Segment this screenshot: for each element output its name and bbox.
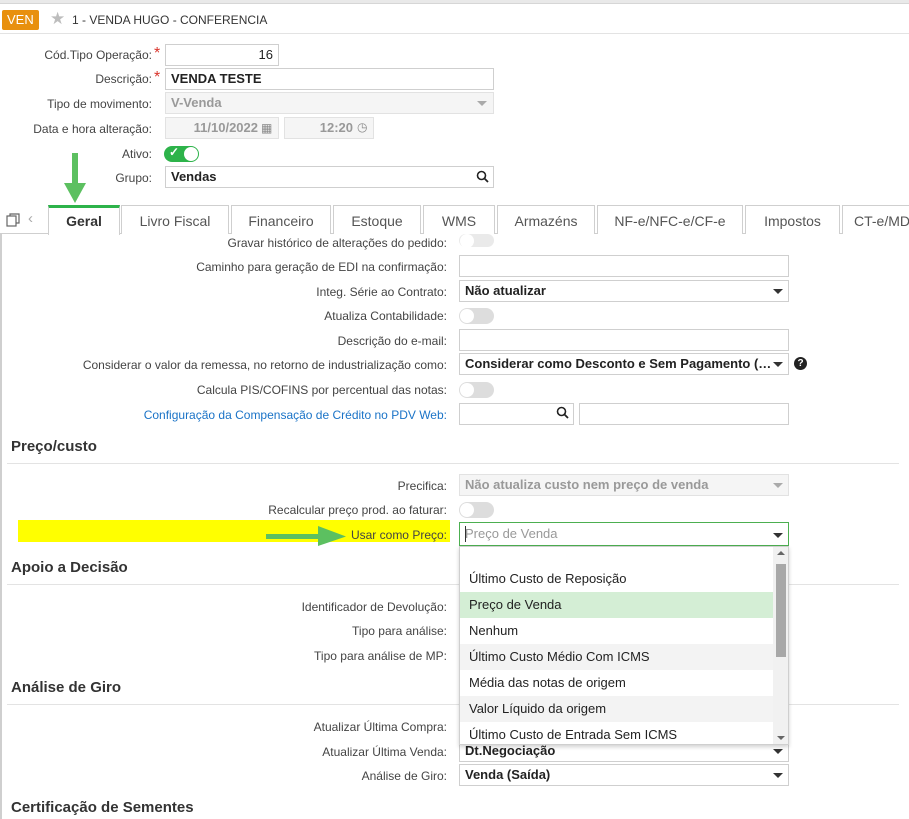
tab-wms[interactable]: WMS (423, 205, 495, 234)
scroll-up-icon[interactable] (777, 551, 785, 555)
section-certificacao-sementes: Certificação de Sementes (11, 799, 194, 816)
text-cursor (465, 526, 466, 542)
analise-giro-label: Análise de Giro: (361, 769, 447, 783)
precifica-select: Não atualiza custo nem preço de venda (459, 474, 789, 496)
tipo-movimento-label: Tipo de movimento: (47, 97, 152, 111)
calcula-pis-toggle[interactable] (459, 382, 494, 398)
chevron-down-icon (477, 101, 487, 106)
search-icon[interactable] (556, 406, 569, 419)
recalcular-preco-toggle[interactable] (459, 502, 494, 518)
chevron-down-icon (773, 533, 783, 538)
required-asterisk: * (154, 45, 161, 62)
chevron-down-icon (773, 773, 783, 778)
dropdown-option[interactable]: Último Custo de Reposição (460, 566, 773, 592)
tab-armazens[interactable]: Armazéns (497, 205, 595, 234)
dropdown-option[interactable]: Nenhum (460, 618, 773, 644)
considerar-remessa-select[interactable]: Considerar como Desconto e Sem Pagamento… (459, 353, 789, 375)
toggle-knob (460, 309, 474, 323)
dropdown-scrollbar[interactable] (773, 547, 788, 744)
dropdown-option[interactable]: Média das notas de origem (460, 670, 773, 696)
tab-financeiro[interactable]: Financeiro (231, 205, 331, 234)
calendar-icon: ▦ (261, 121, 273, 135)
toggle-knob (184, 147, 198, 161)
favorite-star-icon[interactable]: ★ (50, 9, 65, 29)
tipo-movimento-select: V-Venda (165, 92, 494, 114)
config-compensacao-desc (579, 403, 789, 425)
descricao-label: Descrição: (95, 72, 152, 86)
tab-geral[interactable]: Geral (48, 205, 120, 235)
section-divider (7, 463, 899, 464)
data-alteracao-label: Data e hora alteração: (33, 122, 152, 136)
tab-cte[interactable]: CT-e/MD (842, 205, 909, 234)
section-analise-giro: Análise de Giro (11, 679, 122, 696)
ultima-venda-label: Atualizar Última Venda: (322, 745, 447, 759)
analise-giro-select[interactable]: Venda (Saída) (459, 764, 789, 786)
dropdown-option[interactable]: Valor Líquido da origem (460, 696, 773, 722)
check-icon: ✓ (169, 145, 180, 159)
usar-como-preco-dropdown: Último Custo de Reposição Preço de Venda… (459, 546, 789, 745)
tab-scroll-left-icon[interactable]: ‹ (28, 210, 33, 227)
content-left-border (0, 234, 2, 819)
grupo-input[interactable]: Vendas (165, 166, 494, 188)
integ-serie-select[interactable]: Não atualizar (459, 280, 789, 302)
usar-como-preco-select[interactable]: Preço de Venda (459, 522, 789, 546)
tab-nfe[interactable]: NF-e/NFC-e/CF-e (597, 205, 743, 234)
caminho-edi-label: Caminho para geração de EDI na confirmaç… (196, 260, 447, 274)
scrollbar-thumb[interactable] (776, 564, 786, 657)
help-icon[interactable]: ? (794, 357, 807, 370)
page-header: VEN ★ 1 - VENDA HUGO - CONFERENCIA (0, 4, 909, 34)
descricao-email-label: Descrição do e-mail: (337, 334, 447, 348)
calcula-pis-label: Calcula PIS/COFINS por percentual das no… (196, 383, 447, 397)
dropdown-option[interactable]: Último Custo Médio Com ICMS (460, 644, 773, 670)
cod-tipo-label: Cód.Tipo Operação: (44, 48, 152, 62)
atualiza-contabilidade-label: Atualiza Contabilidade: (324, 309, 447, 323)
chevron-down-icon (773, 749, 783, 754)
identificador-devolucao-label: Identificador de Devolução: (301, 600, 447, 614)
config-compensacao-link[interactable]: Configuração da Compensação de Crédito n… (20, 408, 447, 422)
dropdown-option[interactable]: Último Custo de Entrada Sem ICMS (460, 722, 773, 744)
ativo-toggle[interactable]: ✓ (164, 145, 199, 162)
toggle-knob (460, 383, 474, 397)
descricao-email-input[interactable] (459, 329, 789, 351)
tab-livro-fiscal[interactable]: Livro Fiscal (121, 205, 229, 234)
section-preco-custo: Preço/custo (11, 438, 97, 455)
recalcular-preco-label: Recalcular preço prod. ao faturar: (268, 503, 447, 517)
tab-impostos[interactable]: Impostos (745, 205, 840, 234)
copy-icon[interactable] (6, 213, 20, 227)
dropdown-option-selected[interactable]: Preço de Venda (460, 592, 773, 618)
toggle-knob (460, 234, 474, 248)
descricao-input[interactable]: VENDA TESTE (165, 68, 494, 90)
tab-estoque[interactable]: Estoque (333, 205, 421, 234)
usar-como-preco-label: Usar como Preço: (350, 528, 447, 542)
tipo-analise-label: Tipo para análise: (352, 624, 447, 638)
scroll-down-icon[interactable] (777, 736, 785, 740)
cod-tipo-input[interactable]: 16 (165, 44, 279, 66)
precifica-label: Precifica: (397, 479, 447, 493)
page-title: 1 - VENDA HUGO - CONFERENCIA (72, 13, 268, 27)
annotation-arrow-down (64, 153, 86, 203)
chevron-down-icon (773, 362, 783, 367)
considerar-remessa-label: Considerar o valor da remessa, no retorn… (82, 358, 447, 372)
clock-icon: ◷ (357, 120, 368, 134)
search-icon[interactable] (476, 170, 489, 183)
tab-bar: ‹ Geral Livro Fiscal Financeiro Estoque … (0, 205, 909, 235)
module-badge: VEN (2, 10, 39, 30)
section-apoio-decisao: Apoio a Decisão (11, 559, 128, 576)
gravar-historico-label: Gravar histórico de alterações do pedido… (227, 236, 447, 250)
atualiza-contabilidade-toggle[interactable] (459, 308, 494, 324)
integ-serie-label: Integ. Série ao Contrato: (316, 285, 447, 299)
chevron-down-icon (773, 289, 783, 294)
tipo-analise-mp-label: Tipo para análise de MP: (314, 649, 447, 663)
ultima-compra-label: Atualizar Última Compra: (313, 720, 447, 734)
annotation-arrow-right (266, 526, 346, 546)
chevron-down-icon (773, 483, 783, 488)
toggle-knob (460, 503, 474, 517)
required-asterisk: * (154, 69, 161, 86)
caminho-edi-input[interactable] (459, 255, 789, 277)
gravar-historico-toggle[interactable] (459, 234, 494, 248)
